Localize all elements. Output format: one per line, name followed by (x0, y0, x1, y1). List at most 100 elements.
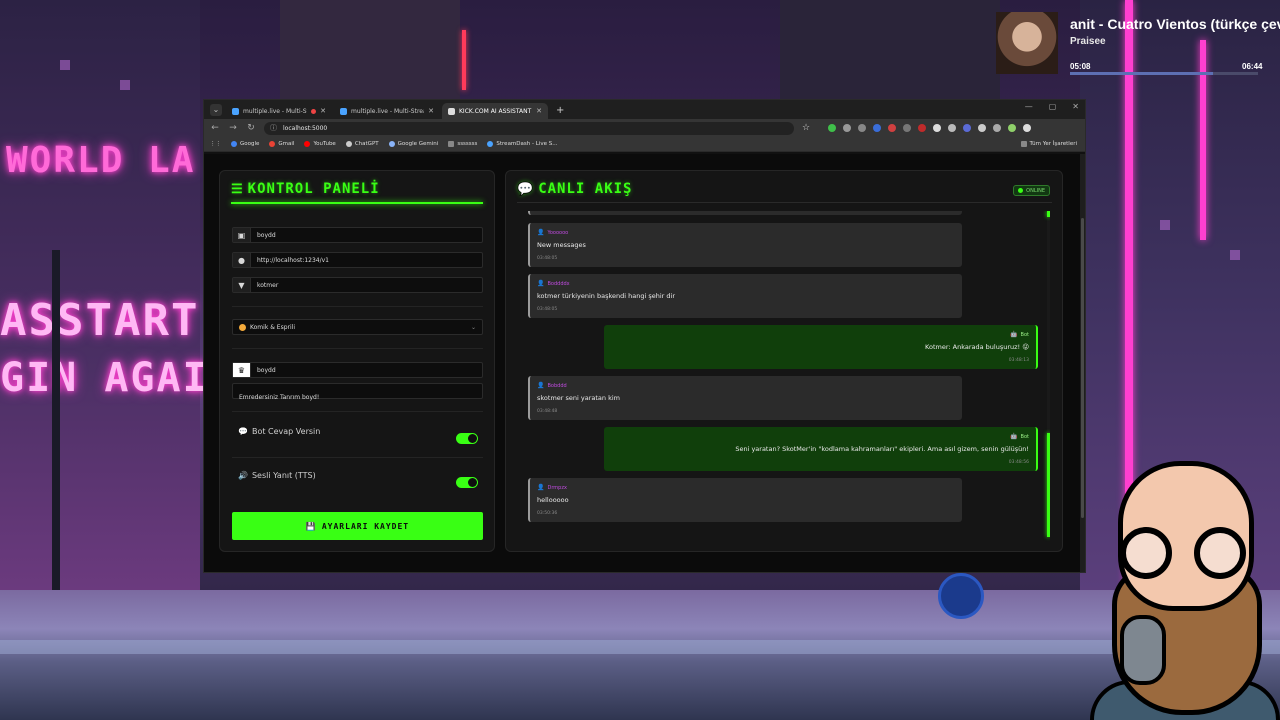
chevron-down-icon: ⌄ (470, 323, 476, 331)
owner-input[interactable] (251, 363, 482, 377)
message-author: 🤖 Bot (1010, 433, 1029, 440)
globe-icon: ● (233, 253, 251, 267)
chat-scroll-marker (1047, 211, 1050, 217)
api-url-field[interactable]: ● (232, 252, 483, 268)
bookmark-label: Google (240, 141, 260, 147)
api-url-input[interactable] (251, 253, 482, 267)
neon-strip (462, 30, 466, 90)
all-bookmarks[interactable]: Tüm Yer İşaretleri (1020, 141, 1077, 147)
close-window-icon[interactable]: ✕ (1072, 102, 1079, 111)
bookmark-gmail[interactable]: Gmail (269, 141, 294, 147)
close-tab-icon[interactable]: ✕ (428, 107, 434, 115)
extension-icon[interactable] (858, 124, 867, 132)
tab-label: multiple.live - Multi-Stream (243, 107, 307, 115)
bot-message: 🤖 Bot Seni yaratan? SkotMer'in "kodlama k… (604, 427, 1038, 471)
apps-grid-icon[interactable]: ⋮⋮ (210, 141, 221, 147)
section-divider (232, 457, 483, 458)
browser-tab-1[interactable]: multiple.live - Multi-Stream ✕ (226, 103, 332, 119)
kebab-menu-icon[interactable] (1023, 124, 1032, 132)
extension-icon[interactable] (903, 124, 912, 132)
tts-toggle[interactable] (456, 477, 478, 488)
bookmark-label: StreamDash - Live S... (496, 141, 558, 147)
bookmark-youtube[interactable]: YouTube (304, 141, 336, 147)
chat-message: 👤 Boddddx kotmer türkiyenin başkendi hang… (528, 274, 962, 318)
save-settings-label: AYARLARI KAYDET (321, 521, 410, 531)
streamdash-icon (487, 141, 494, 147)
gmail-icon (269, 141, 276, 147)
bookmark-chatgpt[interactable]: ChatGPT (345, 141, 379, 147)
back-arrow-icon[interactable]: ← (210, 123, 220, 133)
user-icon: 👤 (537, 382, 545, 389)
message-time: 03:48:05 (537, 256, 558, 261)
bookmark-streamdash[interactable]: StreamDash - Live S... (487, 141, 557, 147)
control-panel: ☰ KONTROL PANELİ ▣ ● ▼ Komik & Esprili ⌄ (219, 170, 495, 552)
album-cover-icon (996, 12, 1058, 74)
building (780, 0, 1000, 100)
tab-search-icon[interactable]: ⌄ (210, 104, 222, 116)
section-divider (232, 411, 483, 412)
owner-message-field[interactable] (232, 383, 483, 405)
toggle-knob (468, 478, 477, 487)
maximize-icon[interactable]: ▢ (1049, 102, 1057, 111)
owner-field[interactable]: ♛ (232, 362, 483, 378)
minimize-icon[interactable]: — (1025, 102, 1033, 111)
neon-sign-world: WORLD LA (6, 140, 196, 181)
microphone-icon (1120, 615, 1166, 685)
browser-tab-3[interactable]: KICK.COM AI ASSISTANT ✕ (442, 103, 548, 119)
message-author: 👤 Yoooooo (537, 229, 568, 236)
extension-icon[interactable] (918, 124, 927, 132)
extension-icon[interactable] (873, 124, 882, 132)
bookmark-label: Google Gemini (397, 141, 439, 147)
bookmark-label: Tüm Yer İşaretleri (1029, 141, 1077, 147)
extension-icon[interactable] (948, 124, 957, 132)
translate-icon[interactable] (993, 124, 1002, 132)
url-bar[interactable]: ⓘ localhost:5000 (264, 121, 794, 135)
bookmark-google[interactable]: Google (231, 141, 259, 147)
extension-icon[interactable] (933, 124, 942, 132)
page-scroll-thumb[interactable] (1081, 218, 1084, 518)
profile-icon[interactable] (1008, 124, 1017, 132)
message-text: hellooooo (537, 496, 569, 504)
window-controls: — ▢ ✕ (1025, 102, 1079, 111)
chat-scrollbar[interactable] (1047, 211, 1050, 537)
browser-tab-2[interactable]: multiple.live - Multi-Stream Da ✕ (334, 103, 440, 119)
close-tab-icon[interactable]: ✕ (536, 107, 542, 115)
extension-icon[interactable] (828, 124, 837, 132)
status-badge-text: ONLINE (1026, 187, 1045, 194)
crown-icon: ♛ (233, 363, 251, 377)
bookmark-gemini[interactable]: Google Gemini (388, 141, 439, 147)
laughing-emoji-icon (239, 323, 246, 331)
bookmark-folder[interactable]: sssssss (448, 141, 477, 147)
owner-message-input[interactable] (233, 390, 482, 405)
extensions-toolbar (828, 124, 1032, 132)
bot-reply-toggle-row: 💬 Bot Cevap Versin (238, 427, 478, 447)
channel-field[interactable]: ▣ (232, 227, 483, 243)
download-icon[interactable] (843, 124, 852, 132)
filter-input[interactable] (251, 278, 482, 292)
bookmark-star-icon[interactable]: ☆ (802, 123, 810, 133)
extension-icon[interactable] (963, 124, 972, 132)
new-tab-icon[interactable]: + (556, 105, 564, 116)
extension-icon[interactable] (888, 124, 897, 132)
puzzle-extensions-icon[interactable] (978, 124, 987, 132)
neon-sign-start: ASSTART (0, 295, 200, 346)
tts-toggle-row: 🔊 Sesli Yanıt (TTS) (238, 471, 478, 491)
close-tab-icon[interactable]: ✕ (320, 107, 326, 115)
bot-reply-toggle[interactable] (456, 433, 478, 444)
live-feed-title: 💬 CANLI AKIŞ (517, 181, 632, 197)
channel-input[interactable] (251, 228, 482, 242)
reload-icon[interactable]: ↻ (246, 123, 256, 133)
forward-arrow-icon[interactable]: → (228, 123, 238, 133)
filter-field[interactable]: ▼ (232, 277, 483, 293)
save-settings-button[interactable]: 💾 AYARLARI KAYDET (232, 512, 483, 540)
user-icon: 👤 (537, 280, 545, 287)
now-playing-widget: anit - Cuatro Vientos (türkçe çeviri Pra… (996, 12, 1280, 75)
chat-feed[interactable]: 👤 Yoooooo New messages 03:48:05 👤 Boddddx … (520, 211, 1050, 547)
chat-scroll-thumb[interactable] (1047, 433, 1050, 537)
message-text: New messages (537, 241, 586, 249)
song-title: anit - Cuatro Vientos (türkçe çeviri (1070, 16, 1280, 32)
tab-favicon-icon (448, 107, 455, 115)
site-info-icon[interactable]: ⓘ (270, 123, 277, 133)
personality-select[interactable]: Komik & Esprili ⌄ (232, 319, 483, 335)
page-scrollbar[interactable] (1080, 154, 1085, 572)
